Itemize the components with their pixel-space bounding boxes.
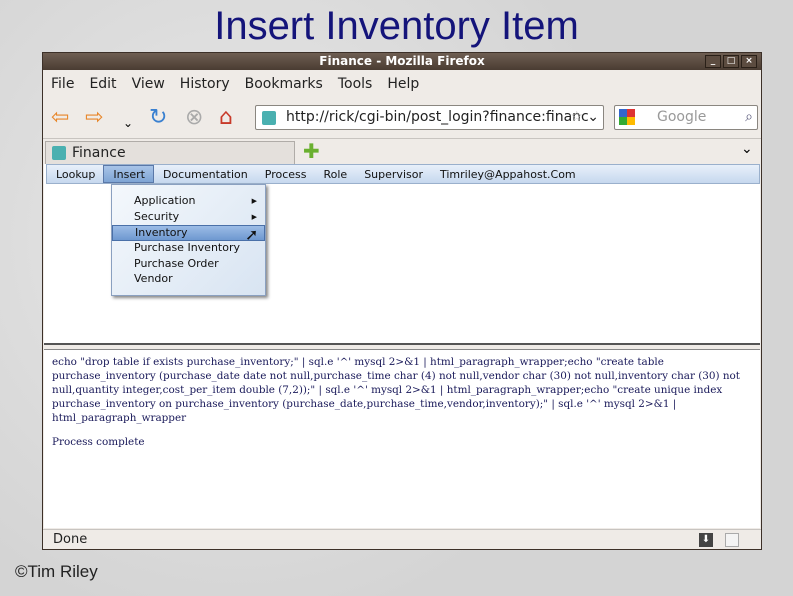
menu-history[interactable]: History bbox=[172, 73, 237, 97]
dropdown-item-security[interactable]: Security ▶ bbox=[112, 210, 265, 226]
history-dropdown-icon[interactable]: ⌄ bbox=[123, 111, 133, 135]
site-icon bbox=[52, 146, 66, 160]
command-output: echo "drop table if exists purchase_inve… bbox=[52, 356, 740, 424]
back-icon[interactable]: ⇦ bbox=[51, 106, 69, 130]
submenu-arrow-icon: ▶ bbox=[251, 212, 257, 221]
search-icon[interactable]: ⌕ bbox=[745, 106, 753, 129]
maximize-button[interactable]: □ bbox=[723, 55, 739, 68]
menu-view[interactable]: View bbox=[124, 73, 172, 97]
url-input[interactable]: http://rick/cgi-bin/post_login?finance:f… bbox=[255, 105, 604, 130]
tab-list-icon[interactable]: ⌄ bbox=[741, 141, 753, 157]
menu-bookmarks[interactable]: Bookmarks bbox=[237, 73, 330, 97]
status-text: Done bbox=[53, 532, 88, 547]
dropdown-item-vendor[interactable]: Vendor bbox=[112, 272, 265, 288]
tab-finance[interactable]: Finance bbox=[45, 141, 295, 164]
search-placeholder: Google bbox=[657, 109, 707, 125]
lower-frame: echo "drop table if exists purchase_inve… bbox=[44, 350, 760, 528]
app-menu-insert[interactable]: Insert bbox=[103, 165, 154, 183]
window-titlebar: Finance - Mozilla Firefox _ □ × bbox=[43, 53, 761, 70]
process-result: Process complete bbox=[52, 436, 145, 448]
app-menu-process[interactable]: Process bbox=[256, 165, 315, 183]
minimize-button[interactable]: _ bbox=[705, 55, 721, 68]
window-title: Finance - Mozilla Firefox bbox=[319, 54, 485, 68]
bookmark-star-icon[interactable]: ☆ bbox=[570, 106, 583, 129]
new-tab-icon[interactable]: ✚ bbox=[303, 139, 320, 163]
frame-splitter[interactable] bbox=[44, 343, 760, 350]
google-icon[interactable] bbox=[619, 109, 635, 125]
forward-icon[interactable]: ⇨ bbox=[85, 106, 103, 130]
download-icon[interactable]: ⬇ bbox=[699, 533, 713, 547]
submenu-arrow-icon: ▶ bbox=[251, 197, 257, 205]
item-label: Application bbox=[134, 194, 196, 207]
dropdown-item-inventory[interactable]: Inventory ➚ bbox=[112, 225, 265, 244]
home-icon[interactable]: ⌂ bbox=[219, 106, 233, 130]
close-button[interactable]: × bbox=[741, 55, 757, 68]
navigation-toolbar: ⇦ ⇨ ⌄ ↻ ⊗ ⌂ http://rick/cgi-bin/post_log… bbox=[43, 101, 761, 137]
item-label: Security bbox=[134, 209, 180, 223]
reload-icon[interactable]: ↻ bbox=[149, 106, 167, 130]
search-input[interactable]: Google ⌕ bbox=[614, 105, 758, 130]
upper-frame: Lookup Insert Documentation Process Role… bbox=[44, 164, 760, 343]
insert-dropdown: Application ▶ Security ▶ Inventory ➚ Purcha… bbox=[111, 184, 266, 296]
app-menu-lookup[interactable]: Lookup bbox=[47, 165, 103, 183]
item-label: Purchase Inventory bbox=[134, 241, 240, 255]
item-label: Purchase Order bbox=[134, 256, 219, 270]
menu-edit[interactable]: Edit bbox=[81, 73, 123, 97]
dropdown-item-purchase-inventory[interactable]: Purchase Inventory bbox=[112, 241, 265, 257]
menu-tools[interactable]: Tools bbox=[330, 73, 380, 97]
page-icon bbox=[725, 533, 739, 547]
tab-label: Finance bbox=[72, 145, 126, 161]
app-menu-documentation[interactable]: Documentation bbox=[154, 165, 256, 183]
app-menu-supervisor[interactable]: Supervisor bbox=[355, 165, 431, 183]
dropdown-item-application[interactable]: Application ▶ bbox=[112, 194, 265, 210]
app-menu-role[interactable]: Role bbox=[315, 165, 356, 183]
menu-help[interactable]: Help bbox=[379, 73, 426, 97]
app-menu-user[interactable]: Timriley@Appahost.Com bbox=[431, 165, 584, 183]
dropdown-item-purchase-order[interactable]: Purchase Order bbox=[112, 257, 265, 273]
tab-bar: Finance ✚ ⌄ bbox=[43, 138, 761, 164]
copyright: ©Tim Riley bbox=[15, 562, 98, 581]
url-text: http://rick/cgi-bin/post_login?finance:f… bbox=[286, 109, 589, 125]
menu-file[interactable]: File bbox=[43, 73, 81, 97]
url-dropdown-icon[interactable]: ⌄ bbox=[587, 106, 599, 129]
item-label: Vendor bbox=[134, 272, 173, 286]
browser-window: Finance - Mozilla Firefox _ □ × File Edi… bbox=[42, 52, 762, 550]
site-icon bbox=[262, 111, 276, 125]
stop-icon[interactable]: ⊗ bbox=[185, 106, 203, 130]
app-menu-bar: Lookup Insert Documentation Process Role… bbox=[46, 164, 760, 184]
item-label: Inventory bbox=[135, 226, 188, 240]
menu-bar: File Edit View History Bookmarks Tools H… bbox=[43, 73, 426, 97]
status-bar: Done ⬇ bbox=[43, 529, 761, 550]
slide-title: Insert Inventory Item bbox=[214, 4, 579, 48]
